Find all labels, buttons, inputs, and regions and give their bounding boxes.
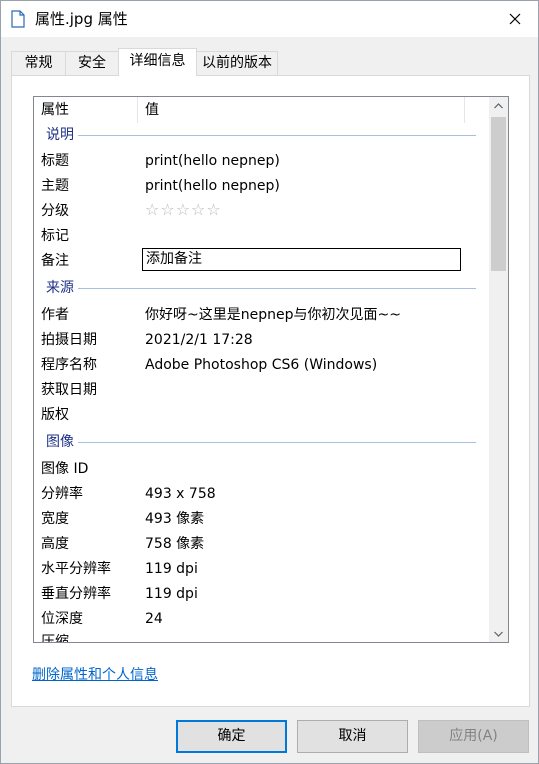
property-list[interactable]: 属性 值 说明 标题 print(hello nepnep) 主题 print(… [33,96,509,643]
prop-name-title: 标题 [41,153,69,169]
prop-value-program[interactable]: Adobe Photoshop CS6 (Windows) [145,356,377,374]
comments-edit-field[interactable]: 添加备注 [142,248,461,271]
tab-details[interactable]: 详细信息 [118,48,197,76]
group-divider [78,288,476,289]
prop-name-date-taken: 拍摄日期 [41,332,97,348]
title-bar: 属性.jpg 属性 [1,1,538,37]
cancel-button[interactable]: 取消 [297,720,408,753]
prop-value-width[interactable]: 493 像素 [145,510,204,528]
group-divider [78,135,476,136]
column-divider[interactable] [464,97,465,123]
properties-dialog: 属性.jpg 属性 常规 安全 详细信息 以前的版本 属性 值 说明 标题 pr… [0,0,539,764]
prop-name-tags: 标记 [41,228,69,244]
vertical-scrollbar[interactable] [489,97,508,642]
prop-name-subject: 主题 [41,178,69,194]
prop-name-compression: 压缩 [41,634,69,643]
file-icon [11,10,25,28]
apply-button[interactable]: 应用(A) [418,720,529,753]
prop-name-comments: 备注 [41,253,69,269]
tab-security[interactable]: 安全 [65,51,119,75]
details-panel: 属性 值 说明 标题 print(hello nepnep) 主题 print(… [11,75,530,707]
close-button[interactable] [492,1,538,37]
prop-value-height[interactable]: 758 像素 [145,535,204,553]
close-icon [509,13,521,25]
prop-value-dimensions[interactable]: 493 x 758 [145,485,216,503]
prop-name-rating: 分级 [41,203,69,219]
tab-previous-versions[interactable]: 以前的版本 [196,51,278,75]
scroll-up-button[interactable] [489,97,508,114]
prop-name-height: 高度 [41,536,69,552]
prop-value-author[interactable]: 你好呀~这里是nepnep与你初次见面~~ [145,306,401,324]
column-divider[interactable] [137,97,138,123]
prop-name-vertical-resolution: 垂直分辨率 [41,586,111,602]
group-title-origin: 来源 [46,280,74,296]
group-title-image: 图像 [46,434,74,450]
chevron-down-icon [494,631,503,637]
prop-name-horizontal-resolution: 水平分辨率 [41,561,111,577]
ok-button[interactable]: 确定 [176,720,287,753]
scroll-thumb[interactable] [491,117,506,271]
prop-value-bit-depth[interactable]: 24 [145,610,163,628]
column-header-property[interactable]: 属性 [41,97,69,123]
list-header: 属性 值 [34,97,489,123]
column-header-value[interactable]: 值 [145,97,159,123]
prop-name-program: 程序名称 [41,357,97,373]
window-title: 属性.jpg 属性 [35,10,128,28]
prop-value-date-taken[interactable]: 2021/2/1 17:28 [145,331,253,349]
prop-name-width: 宽度 [41,511,69,527]
prop-name-date-acquired: 获取日期 [41,382,97,398]
prop-value-subject[interactable]: print(hello nepnep) [145,177,280,195]
prop-name-image-id: 图像 ID [41,461,89,477]
group-title-description: 说明 [46,127,74,143]
rating-stars[interactable]: ☆☆☆☆☆ [145,201,222,219]
prop-name-bit-depth: 位深度 [41,611,83,627]
prop-value-vertical-resolution[interactable]: 119 dpi [145,585,198,603]
chevron-up-icon [494,102,503,108]
tab-general[interactable]: 常规 [11,51,66,75]
prop-name-author: 作者 [41,307,69,323]
prop-name-dimensions: 分辨率 [41,486,83,502]
prop-name-copyright: 版权 [41,407,69,423]
group-divider [78,442,476,443]
remove-properties-link[interactable]: 删除属性和个人信息 [32,664,158,684]
prop-value-title[interactable]: print(hello nepnep) [145,152,280,170]
prop-value-horizontal-resolution[interactable]: 119 dpi [145,560,198,578]
scroll-down-button[interactable] [489,625,508,642]
